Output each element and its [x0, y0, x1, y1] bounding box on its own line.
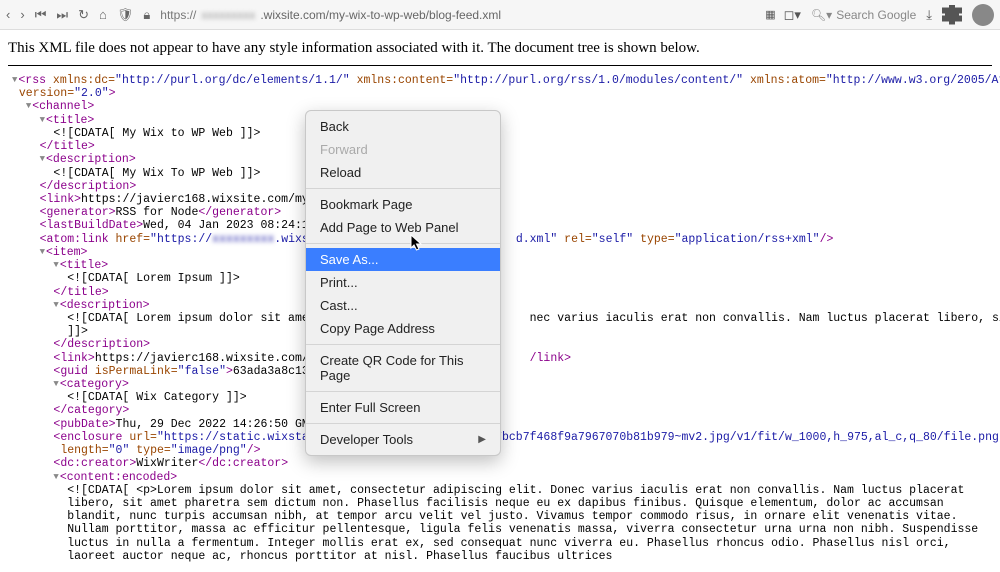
xml-info-message: This XML file does not appear to have an…: [0, 30, 1000, 63]
menu-separator: [306, 344, 500, 345]
search-box[interactable]: 🔍︎▾ Search Google: [811, 8, 916, 22]
downloads-icon[interactable]: ⤓: [926, 7, 932, 23]
bookmark-icon[interactable]: ◻︎▾: [784, 7, 801, 23]
menu-forward: Forward: [306, 138, 500, 161]
menu-devtools[interactable]: Developer Tools▶: [306, 428, 500, 451]
url-path: .wixsite.com/my-wix-to-wp-web/blog-feed.…: [260, 8, 501, 22]
profile-avatar[interactable]: [972, 4, 994, 26]
menu-separator: [306, 423, 500, 424]
browser-toolbar: ‹ › ⏮︎ ⏭︎ ↻ ⌂ 🛡︎ 🔒︎ https:// xxxxxxxxx .wi…: [0, 0, 1000, 30]
url-bar[interactable]: https:// xxxxxxxxx .wixsite.com/my-wix-to-…: [160, 8, 755, 22]
menu-reload[interactable]: Reload: [306, 161, 500, 184]
toolbar-right: ▦ ◻︎▾ 🔍︎▾ Search Google ⤓: [765, 4, 994, 26]
menu-separator: [306, 243, 500, 244]
fastforward-icon[interactable]: ⏭︎: [56, 7, 68, 23]
menu-qr-code[interactable]: Create QR Code for This Page: [306, 349, 500, 387]
menu-separator: [306, 391, 500, 392]
divider: [8, 65, 992, 66]
url-protocol: https://: [160, 8, 196, 22]
reload-icon[interactable]: ↻: [78, 7, 89, 23]
menu-bookmark[interactable]: Bookmark Page: [306, 193, 500, 216]
search-placeholder: Search Google: [836, 8, 916, 22]
forward-icon[interactable]: ›: [20, 7, 24, 22]
shield-icon[interactable]: 🛡︎: [117, 7, 134, 23]
menu-save-as[interactable]: Save As...: [306, 248, 500, 271]
chevron-right-icon: ▶: [478, 434, 486, 445]
search-icon: 🔍︎▾: [811, 8, 832, 22]
menu-separator: [306, 188, 500, 189]
menu-cast[interactable]: Cast...: [306, 294, 500, 317]
nav-controls: ‹ › ⏮︎ ⏭︎ ↻ ⌂ 🛡︎ 🔒︎: [6, 7, 150, 23]
context-menu: Back Forward Reload Bookmark Page Add Pa…: [305, 110, 501, 456]
menu-copy-address[interactable]: Copy Page Address: [306, 317, 500, 340]
rewind-icon[interactable]: ⏮︎: [35, 7, 47, 23]
lock-icon[interactable]: 🔒︎: [143, 7, 150, 23]
extensions-icon[interactable]: [942, 5, 962, 25]
menu-back[interactable]: Back: [306, 115, 500, 138]
back-icon[interactable]: ‹: [6, 7, 10, 22]
home-icon[interactable]: ⌂: [99, 7, 107, 22]
menu-webpanel[interactable]: Add Page to Web Panel: [306, 216, 500, 239]
url-blurred-host: xxxxxxxxx: [201, 8, 255, 22]
menu-print[interactable]: Print...: [306, 271, 500, 294]
qr-icon[interactable]: ▦: [765, 8, 773, 21]
menu-fullscreen[interactable]: Enter Full Screen: [306, 396, 500, 419]
